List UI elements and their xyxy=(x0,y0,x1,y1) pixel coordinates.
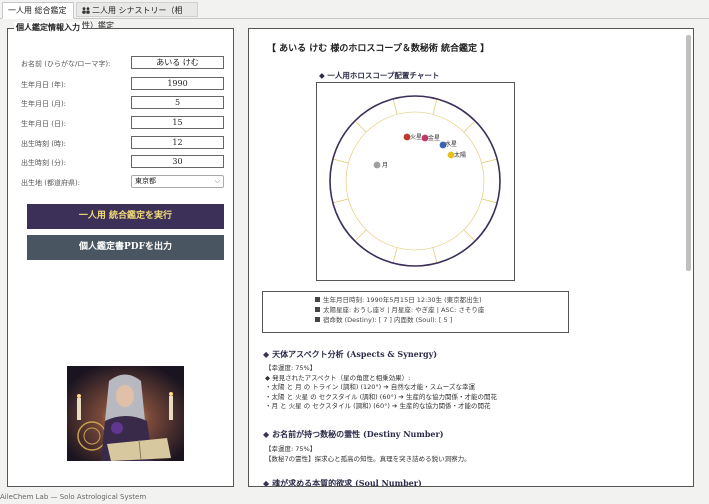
tab-synastry-reading[interactable]: 二人用 シナストリー（相性）鑑定 xyxy=(76,2,198,30)
prefecture-value: 東京都 xyxy=(135,177,156,185)
aspects-line: ・太陽 と 月 の トライン (調和) (120°) ➔ 自然な才能・スムーズな… xyxy=(265,383,475,391)
inner-ring xyxy=(345,111,485,251)
birth-datetime-text: 生年月日時刻: 1990年5月15日 12:30生 (東京都出生) xyxy=(323,296,482,304)
numbers-text: 宿命数 (Destiny): [ 7 ] 内面数 (Soul): [ 5 ] xyxy=(323,316,453,324)
house-division-line xyxy=(432,247,438,264)
people-icon xyxy=(82,7,90,14)
tab-synastry-reading-label: 二人用 シナストリー（相性）鑑定 xyxy=(82,6,183,30)
export-pdf-button[interactable]: 個人鑑定書PDFを出力 xyxy=(27,235,224,260)
signs-text: 太陽星座: おうし座♉ | 月星座: やぎ座 | ASC: さそり座 xyxy=(323,306,485,314)
aspects-line: ・月 と 火星 の セクスタイル (調和) (60°) ➔ 生産的な協力関係・才… xyxy=(265,402,491,410)
aspects-line: 【幸運度: 75%】 xyxy=(265,364,317,372)
birth-minute-input[interactable]: 30 xyxy=(131,155,224,168)
house-division-line xyxy=(354,229,367,242)
birth-year-label: 生年月日 (年): xyxy=(21,81,67,89)
house-division-line xyxy=(463,120,476,133)
report-panel: 【 あいる けむ 様のホロスコープ＆数秘術 統合鑑定 】 ◆ 一人用ホロスコープ… xyxy=(248,28,694,487)
diamond-icon: ◆ xyxy=(263,349,270,359)
house-division-line xyxy=(463,229,476,242)
birth-month-label: 生年月日 (月): xyxy=(21,100,67,108)
birth-day-input[interactable]: 15 xyxy=(131,116,224,129)
aspects-section-title: ◆ 天体アスペクト分析 (Aspects & Synergy) xyxy=(263,349,437,359)
bullet-square-icon xyxy=(315,297,320,302)
bullet-square-icon xyxy=(315,307,320,312)
bullet-square-icon xyxy=(315,317,320,322)
birth-info-box: 生年月日時刻: 1990年5月15日 12:30生 (東京都出生) 太陽星座: … xyxy=(262,291,569,333)
input-panel: 個人鑑定情報入力 お名前 (ひらがな/ローマ字): あいる けむ 生年月日 (年… xyxy=(7,22,234,487)
destiny-section-title: ◆ お名前が持つ数秘の霊性 (Destiny Number) xyxy=(263,429,444,439)
house-division-line xyxy=(432,98,438,115)
aspects-line: ・太陽 と 火星 の セクスタイル (調和) (60°) ➔ 生産的な協力関係・… xyxy=(265,392,497,401)
birth-hour-label: 出生時刻 (時): xyxy=(21,140,67,148)
aspects-line: ◆ 発見されたアスペクト（星の角度と相乗効果）: xyxy=(265,373,411,382)
horoscope-chart-label: ◆ 一人用ホロスコープ配置チャート xyxy=(319,71,440,80)
destiny-section-body: 【幸運度: 75%】 【数秘7の霊性】探求心と孤高の知性。真理を突き詰める鋭い洞… xyxy=(265,445,471,464)
planet-moon-marker xyxy=(373,161,381,169)
house-division-line xyxy=(481,198,498,204)
birth-year-input[interactable]: 1990 xyxy=(131,77,224,90)
prefecture-label: 出生地 (都道府県): xyxy=(21,179,81,187)
birth-minute-label: 出生時刻 (分): xyxy=(21,159,67,167)
birth-hour-input[interactable]: 12 xyxy=(131,136,224,149)
birth-month-input[interactable]: 5 xyxy=(131,96,224,109)
aspects-section-body: 【幸運度: 75%】 ◆ 発見されたアスペクト（星の角度と相乗効果）: ・太陽 … xyxy=(265,364,497,412)
planet-moon-label: 月 xyxy=(382,162,388,169)
planet-mercury-label: 水星 xyxy=(445,140,457,148)
horoscope-wheel: 火星 金星 水星 太陽 月 xyxy=(329,95,501,267)
soul-section-title: ◆ 魂が求める本質的欲求 (Soul Number) xyxy=(263,478,422,487)
name-input[interactable]: あいる けむ xyxy=(131,56,224,69)
tab-solo-reading[interactable]: 一人用 総合鑑定 xyxy=(2,2,74,19)
prefecture-select[interactable]: 東京都 ⌵ xyxy=(131,175,224,188)
planet-sun-label: 太陽 xyxy=(454,151,466,159)
chevron-down-icon: ⌵ xyxy=(214,177,220,185)
house-division-line xyxy=(392,247,398,264)
input-panel-legend: 個人鑑定情報入力 xyxy=(14,22,82,33)
house-division-line xyxy=(332,198,349,204)
report-title: 【 あいる けむ 様のホロスコープ＆数秘術 統合鑑定 】 xyxy=(267,44,490,54)
planet-mars-label: 火星 xyxy=(410,134,422,141)
diamond-icon: ◆ xyxy=(263,478,270,487)
footer-credit: AileChem Lab — Solo Astrological System xyxy=(0,493,147,501)
house-division-line xyxy=(354,120,367,133)
name-label: お名前 (ひらがな/ローマ字): xyxy=(21,60,111,68)
birth-day-label: 生年月日 (日): xyxy=(21,120,67,128)
house-division-line xyxy=(392,98,398,115)
horoscope-chart: 火星 金星 水星 太陽 月 xyxy=(316,82,515,281)
diamond-icon: ◆ xyxy=(263,429,270,439)
astrologer-portrait-image xyxy=(67,366,184,461)
tab-bar: 一人用 総合鑑定 二人用 シナストリー（相性）鑑定 xyxy=(0,0,709,30)
house-division-line xyxy=(481,158,498,164)
planet-venus-label: 金星 xyxy=(428,134,440,142)
destiny-line: 【幸運度: 75%】 xyxy=(265,445,317,453)
tab-solo-reading-label: 一人用 総合鑑定 xyxy=(8,6,67,15)
house-division-line xyxy=(332,158,349,164)
destiny-line: 【数秘7の霊性】探求心と孤高の知性。真理を突き詰める鋭い洞察力。 xyxy=(265,454,471,463)
report-scrollbar[interactable] xyxy=(686,35,691,271)
run-reading-button[interactable]: 一人用 統合鑑定を実行 xyxy=(27,204,224,229)
